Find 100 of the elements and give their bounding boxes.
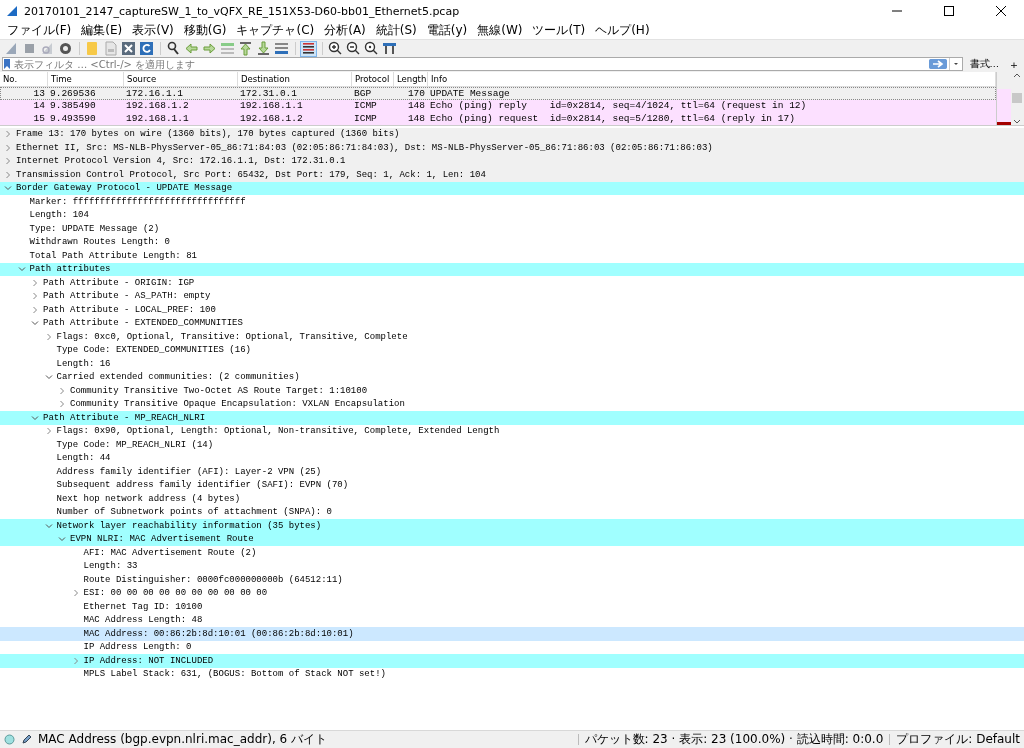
tree-row[interactable]: Ethernet Tag ID: 10100 [0, 600, 1024, 614]
tree-row-text: IP Address: NOT INCLUDED [83, 655, 214, 666]
toolbar-button[interactable] [363, 40, 380, 57]
menu-item[interactable]: 分析(A) [319, 22, 371, 39]
menu-item[interactable]: 移動(G) [178, 22, 232, 39]
tree-row[interactable]: Length: 44 [0, 451, 1024, 465]
tree-row[interactable]: Total Path Attribute Length: 81 [0, 249, 1024, 263]
tree-row[interactable]: Type Code: MP_REACH_NLRI (14) [0, 438, 1024, 452]
chevron-right-icon[interactable] [57, 399, 67, 410]
toolbar-button[interactable] [57, 40, 74, 57]
column-header[interactable]: Time [48, 72, 124, 86]
chevron-right-icon[interactable] [57, 385, 67, 396]
tree-row[interactable]: Length: 104 [0, 208, 1024, 222]
display-filter-field[interactable]: 表示フィルタ … <Ctrl-/> を適用します [2, 57, 963, 71]
menu-item[interactable]: ヘルプ(H) [590, 22, 655, 39]
menu-item[interactable]: 無線(W) [472, 22, 528, 39]
tree-row[interactable]: Next hop network address (4 bytes) [0, 492, 1024, 506]
format-button[interactable]: 書式… [965, 57, 1004, 71]
maximize-icon[interactable] [944, 6, 954, 16]
tree-row[interactable]: AFI: MAC Advertisement Route (2) [0, 546, 1024, 560]
tree-row[interactable]: Length: 33 [0, 559, 1024, 573]
packet-minimap[interactable] [996, 72, 1011, 125]
tree-row[interactable]: Ethernet II, Src: MS-NLB-PhysServer-05_86:71:84:03 (02:05:86:71:84:03), Dst: MS-NLB-PhysServer-05_86:71:86:03 (02:05:86:71:86:03) [0, 141, 1024, 155]
tree-row[interactable]: Path Attribute - MP_REACH_NLRI [0, 411, 1024, 425]
chevron-right-icon[interactable] [3, 156, 13, 167]
folder-icon [85, 41, 100, 56]
tree-row[interactable]: Path Attribute - ORIGIN: IGP [0, 276, 1024, 290]
menu-item[interactable]: 電話(y) [421, 22, 473, 39]
filter-input[interactable]: 表示フィルタ … <Ctrl-/> を適用します [11, 58, 929, 70]
table-cell-text: 172.16.1.1 [125, 87, 184, 99]
menu-item[interactable]: 統計(S) [370, 22, 422, 39]
status-circle-icon[interactable] [4, 734, 15, 745]
chevron-right-icon[interactable] [3, 169, 13, 180]
tree-row[interactable]: Network layer reachability information (35 bytes) [0, 519, 1024, 533]
tree-row[interactable]: Route Distinguisher: 0000fc000000000b (64512:11) [0, 573, 1024, 587]
tree-row[interactable]: IP Address: NOT INCLUDED [0, 654, 1024, 668]
jump-icon [220, 41, 235, 56]
chevron-right-icon[interactable] [30, 277, 40, 288]
tree-row[interactable]: Community Transitive Opaque Encapsulation: VXLAN Encapsulation [0, 397, 1024, 411]
tree-row[interactable]: Path Attribute - LOCAL_PREF: 100 [0, 303, 1024, 317]
chevron-right-icon[interactable] [30, 304, 40, 315]
zoom-in-icon [328, 41, 343, 56]
column-header[interactable]: Length [394, 72, 428, 86]
bookmark-icon[interactable] [3, 58, 11, 70]
tree-row[interactable]: Withdrawn Routes Length: 0 [0, 235, 1024, 249]
profile-text[interactable]: プロファイル: Default [896, 731, 1020, 748]
table-cell-text: 9.385490 [49, 100, 97, 112]
tree-row[interactable]: Community Transitive Two-Octet AS Route Target: 1:10100 [0, 384, 1024, 398]
menu-item[interactable]: ファイル(F) [2, 22, 77, 39]
column-header[interactable]: No. [0, 72, 48, 86]
arrow-right-icon[interactable] [928, 59, 947, 69]
tree-row[interactable]: Transmission Control Protocol, Src Port: 65432, Dst Port: 179, Seq: 1, Ack: 1, Len: 104 [0, 168, 1024, 182]
tree-row[interactable]: Path attributes [0, 262, 1024, 276]
tree-row[interactable]: Address family identifier (AFI): Layer-2 VPN (25) [0, 465, 1024, 479]
toolbar-button[interactable] [345, 40, 362, 57]
tree-row[interactable]: ESI: 00 00 00 00 00 00 00 00 00 00 [0, 586, 1024, 600]
scroll-thumb[interactable] [1012, 93, 1023, 104]
stop-icon [22, 41, 37, 56]
chevron-right-icon[interactable] [3, 142, 13, 153]
packet-row[interactable]: 13 9.269536 172.16.1.1 172.31.0.1 BGP 170 UPDATE Message [0, 87, 996, 100]
menu-item[interactable]: 編集(E) [76, 22, 128, 39]
tree-row[interactable]: IP Address Length: 0 [0, 640, 1024, 654]
menu-item[interactable]: キャプチャ(C) [231, 22, 320, 39]
tree-row[interactable]: Flags: 0xc0, Optional, Transitive: Optional, Transitive, Complete [0, 330, 1024, 344]
tree-row-text: Frame 13: 170 bytes on wire (1360 bits), 170 bytes captured (1360 bits) [16, 129, 400, 140]
tree-row[interactable]: Length: 16 [0, 357, 1024, 371]
toolbar-button[interactable] [120, 40, 137, 57]
toolbar-button[interactable] [165, 40, 182, 57]
column-header[interactable]: Source [124, 72, 238, 86]
chevron-right-icon[interactable] [30, 291, 40, 302]
tree-row[interactable]: Path Attribute - AS_PATH: empty [0, 289, 1024, 303]
packet-row[interactable]: 15 9.493590 192.168.1.1 192.168.1.2 ICMP 148 Echo (ping) request id=0x2814, seq=5/1280, ttl=64 (reply in 17) [0, 112, 996, 125]
tree-row-text: AFI: MAC Advertisement Route (2) [83, 547, 257, 558]
tree-row[interactable]: Type: UPDATE Message (2) [0, 222, 1024, 236]
tree-row[interactable]: Number of Subnetwork points of attachment (SNPA): 0 [0, 505, 1024, 519]
tree-row[interactable]: Frame 13: 170 bytes on wire (1360 bits), 170 bytes captured (1360 bits) [0, 127, 1024, 141]
tree-row[interactable]: MAC Address Length: 48 [0, 613, 1024, 627]
tree-row[interactable]: Marker: ffffffffffffffffffffffffffffffff [0, 195, 1024, 209]
tree-row[interactable]: Path Attribute - EXTENDED_COMMUNITIES [0, 316, 1024, 330]
menu-item[interactable]: 表示(V) [127, 22, 179, 39]
toolbar-button[interactable] [327, 40, 344, 57]
tree-row[interactable]: MPLS Label Stack: 631, (BOGUS: Bottom of Stack NOT set!) [0, 667, 1024, 681]
add-button[interactable]: + [1006, 58, 1022, 70]
scroll-down-icon[interactable] [1013, 118, 1022, 125]
table-cell-text: ICMP [353, 100, 378, 112]
chevron-right-icon[interactable] [3, 129, 13, 140]
tree-row[interactable]: MAC Address: 00:86:2b:8d:10:01 (00:86:2b:8d:10:01) [0, 627, 1024, 641]
toolbar-button[interactable] [300, 40, 317, 57]
close-icon[interactable] [996, 6, 1006, 16]
toolbar-button[interactable] [381, 40, 398, 57]
tree-row[interactable]: Subsequent address family identifier (SAFI): EVPN (70) [0, 478, 1024, 492]
column-header[interactable]: Info [428, 72, 996, 86]
tree-row[interactable]: Type Code: EXTENDED_COMMUNITIES (16) [0, 343, 1024, 357]
tree-row[interactable]: Carried extended communities: (2 communities) [0, 370, 1024, 384]
menu-item[interactable]: ツール(T) [527, 22, 591, 39]
tree-row[interactable]: Flags: 0x90, Optional, Length: Optional, Non-transitive, Complete, Extended Length [0, 424, 1024, 438]
scroll-up-icon[interactable] [1013, 72, 1022, 78]
column-header[interactable]: Destination [238, 72, 352, 86]
pencil-icon[interactable] [21, 734, 32, 745]
column-header[interactable]: Protocol [352, 72, 394, 86]
